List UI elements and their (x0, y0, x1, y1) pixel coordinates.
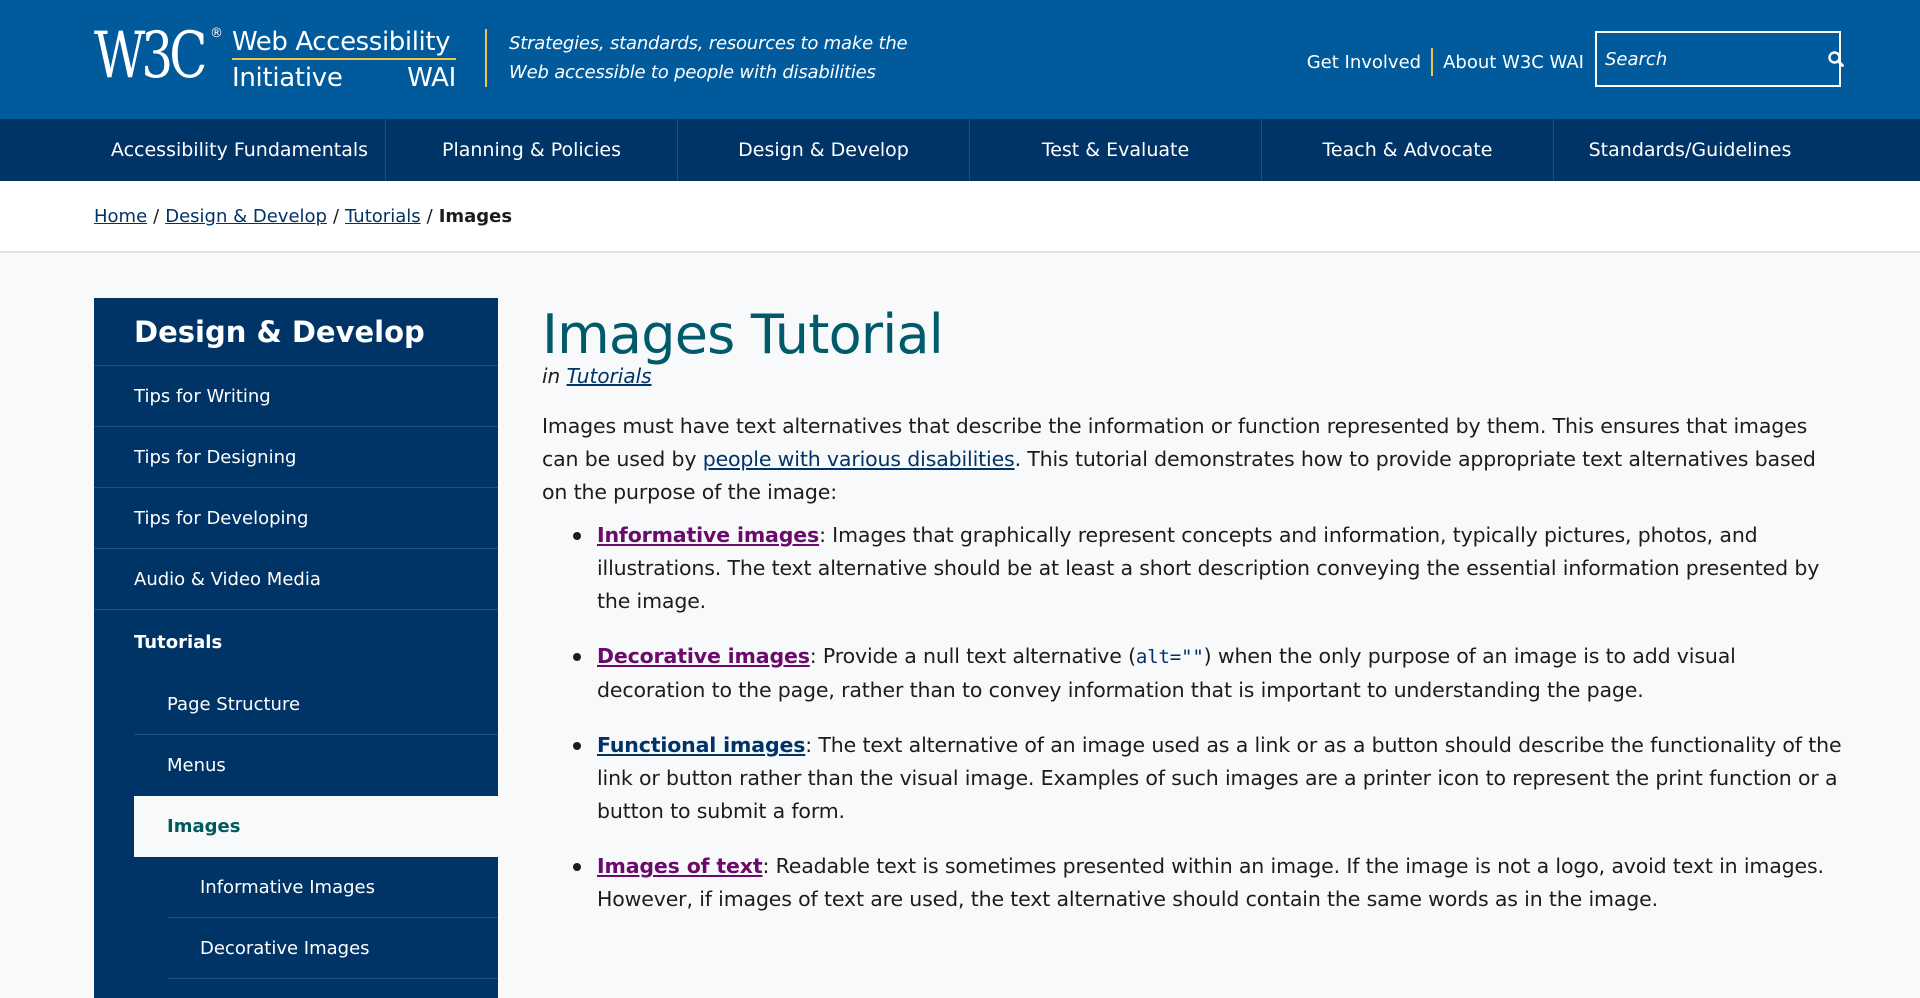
wai-wordmark: Web Accessibility Initiative WAI (232, 26, 456, 96)
breadcrumb-tutorials[interactable]: Tutorials (345, 206, 421, 227)
sidebar-item-images[interactable]: Images (134, 796, 498, 857)
search-input[interactable] (1597, 33, 1827, 85)
get-involved-link[interactable]: Get Involved (1307, 52, 1421, 73)
sidebar-item-audio-video[interactable]: Audio & Video Media (94, 549, 498, 610)
nav-design-develop[interactable]: Design & Develop (678, 119, 970, 181)
decorative-images-desc-a: : Provide a null text alternative ( (809, 644, 1136, 668)
sidebar-item-tips-developing[interactable]: Tips for Developing (94, 488, 498, 549)
nav-teach-advocate[interactable]: Teach & Advocate (1262, 119, 1554, 181)
nav-test-evaluate[interactable]: Test & Evaluate (970, 119, 1262, 181)
breadcrumb-separator: / (426, 205, 433, 227)
list-item: Images of text: Readable text is sometim… (542, 850, 1842, 916)
registered-mark: ® (210, 26, 223, 41)
about-w3c-wai-link[interactable]: About W3C WAI (1443, 52, 1584, 73)
breadcrumb-home[interactable]: Home (94, 206, 147, 227)
site-tagline: Strategies, standards, resources to make… (509, 33, 908, 83)
list-item: Informative images: Images that graphica… (542, 519, 1842, 618)
wai-wordmark-initiative: Initiative (232, 63, 343, 93)
w3c-logo: W3C (94, 19, 207, 93)
breadcrumb-current: Images (438, 205, 513, 227)
sidebar-item-decorative-images[interactable]: Decorative Images (167, 918, 498, 979)
category-tutorials-link[interactable]: Tutorials (567, 364, 652, 388)
sidebar-item-page-structure[interactable]: Page Structure (134, 674, 498, 735)
section-sidebar: Design & Develop Tips for Writing Tips f… (94, 298, 498, 998)
image-types-list: Informative images: Images that graphica… (542, 519, 1842, 916)
breadcrumb-design-develop[interactable]: Design & Develop (165, 206, 327, 227)
list-item: Functional images: The text alternative … (542, 729, 1842, 828)
page-title: Images Tutorial (542, 303, 944, 366)
search-icon (1828, 51, 1844, 67)
wai-wordmark-wai: WAI (407, 63, 456, 93)
alt-null-code: alt="" (1135, 646, 1204, 668)
sidebar-item-tips-writing[interactable]: Tips for Writing (94, 366, 498, 427)
tagline-divider (485, 29, 487, 87)
breadcrumb: Home / Design & Develop / Tutorials / Im… (0, 181, 1920, 253)
wai-logo[interactable]: W3C ® Web Accessibility Initiative WAI (94, 19, 456, 93)
images-of-text-desc: : Readable text is sometimes presented w… (597, 854, 1824, 911)
main-content: Images Tutorial in Tutorials Images must… (542, 300, 1842, 938)
informative-images-link[interactable]: Informative images (597, 523, 819, 547)
images-of-text-link[interactable]: Images of text (597, 854, 763, 878)
wai-wordmark-line1: Web Accessibility (232, 26, 456, 60)
main-navigation: Accessibility Fundamentals Planning & Po… (0, 119, 1920, 181)
search-button[interactable] (1827, 33, 1845, 85)
utility-links: Get Involved About W3C WAI (1307, 48, 1584, 76)
intro-paragraph: Images must have text alternatives that … (542, 410, 1842, 509)
list-item: Decorative images: Provide a null text a… (542, 640, 1842, 707)
breadcrumb-separator: / (332, 205, 340, 227)
sidebar-item-informative-images[interactable]: Informative Images (167, 857, 498, 918)
people-with-disabilities-link[interactable]: people with various disabilities (703, 447, 1015, 471)
category-prefix: in (542, 364, 561, 388)
nav-planning-policies[interactable]: Planning & Policies (386, 119, 678, 181)
sidebar-title: Design & Develop (94, 298, 498, 366)
utility-divider (1431, 48, 1434, 76)
nav-standards-guidelines[interactable]: Standards/Guidelines (1554, 119, 1826, 181)
sidebar-item-tips-designing[interactable]: Tips for Designing (94, 427, 498, 488)
sidebar-item-menus[interactable]: Menus (134, 735, 498, 796)
nav-accessibility-fundamentals[interactable]: Accessibility Fundamentals (94, 119, 386, 181)
site-header: W3C ® Web Accessibility Initiative WAI S… (0, 0, 1920, 119)
sidebar-item-tutorials[interactable]: Tutorials (94, 610, 498, 674)
breadcrumb-separator: / (153, 205, 160, 227)
functional-images-link[interactable]: Functional images (597, 733, 805, 757)
decorative-images-link[interactable]: Decorative images (597, 644, 810, 668)
wai-wordmark-line2: Initiative WAI (232, 60, 456, 96)
search-form (1595, 31, 1844, 87)
